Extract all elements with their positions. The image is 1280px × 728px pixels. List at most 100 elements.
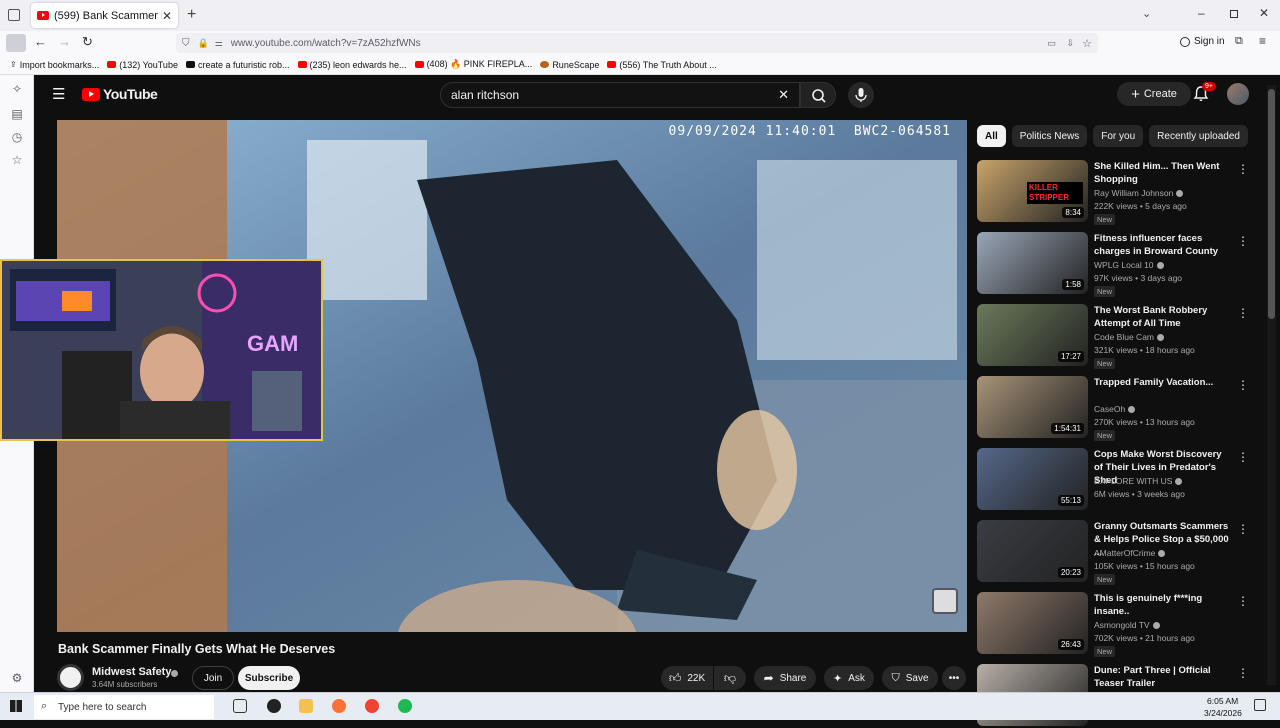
forward-icon[interactable]: → — [58, 34, 71, 49]
tab-youtube[interactable]: (599) Bank Scammer Finally Gets ✕ — [31, 3, 178, 28]
minimize-icon[interactable]: – — [1198, 6, 1205, 20]
notification-center-icon[interactable] — [1254, 699, 1266, 711]
recommendation-item[interactable]: 1:54:31 Trapped Family Vacation... CaseOh 2… — [977, 376, 1249, 441]
history-icon[interactable]: ◷ — [11, 131, 23, 143]
reader-icon[interactable]: ▭ — [1047, 38, 1056, 49]
video-thumbnail[interactable]: 1:58 — [977, 232, 1088, 294]
sidebar-toggle-icon[interactable] — [6, 34, 26, 52]
file-explorer-icon[interactable] — [299, 699, 313, 713]
chip-all[interactable]: All — [977, 125, 1006, 147]
bookmark-star-icon[interactable]: ☆ — [1082, 37, 1092, 50]
create-button[interactable]: + Create — [1117, 82, 1191, 106]
sign-in-button[interactable]: Sign in — [1180, 36, 1225, 47]
bookmarks-icon[interactable]: ☆ — [11, 154, 23, 166]
recommendation-title[interactable]: Dune: Part Three | Official Teaser Trail… — [1094, 664, 1230, 690]
recommendation-channel[interactable]: CaseOh — [1094, 404, 1136, 414]
subscribe-button[interactable]: Subscribe — [238, 666, 300, 690]
taskbar-search-input[interactable]: ⌕ Type here to search — [34, 695, 214, 719]
channel-name[interactable]: Midwest Safety — [92, 666, 171, 678]
channel-avatar[interactable] — [57, 664, 84, 691]
bookmark-item[interactable]: (408) 🔥 PINK FIREPLA... — [414, 59, 532, 70]
recommendation-item[interactable]: 55:13 Cops Make Worst Discovery of Their … — [977, 448, 1249, 512]
recommendation-item[interactable]: KILLER STRIPPER 8:34 She Killed Him... The… — [977, 160, 1249, 225]
video-thumbnail[interactable]: 17:27 — [977, 304, 1088, 366]
more-vertical-icon[interactable]: ⋮ — [1237, 522, 1249, 536]
hamburger-menu-icon[interactable]: ☰ — [52, 85, 65, 103]
join-button[interactable]: Join — [192, 666, 234, 690]
save-button[interactable]: ⛉ Save — [882, 666, 938, 690]
chevron-down-icon[interactable]: ⌄ — [1142, 7, 1151, 20]
tab-list-icon[interactable] — [8, 9, 20, 21]
spotify-icon[interactable] — [398, 699, 412, 713]
back-icon[interactable]: ← — [34, 34, 47, 49]
recommendation-channel[interactable]: Asmongold TV — [1094, 620, 1160, 630]
recommendation-item[interactable]: 17:27 The Worst Bank Robbery Attempt of A… — [977, 304, 1249, 369]
bookmark-item[interactable]: (235) leon edwards he... — [297, 60, 407, 70]
clear-search-icon[interactable]: ✕ — [778, 87, 789, 103]
more-vertical-icon[interactable]: ⋮ — [1237, 378, 1249, 392]
more-vertical-icon[interactable]: ⋮ — [1237, 162, 1249, 176]
recommendation-channel[interactable]: AMatterOfCrime — [1094, 548, 1166, 558]
recommendation-channel[interactable]: Code Blue Cam — [1094, 332, 1165, 342]
bookmark-item[interactable]: (132) YouTube — [107, 60, 178, 70]
dislike-button[interactable]: 👎︎ — [714, 666, 746, 690]
recommendation-channel[interactable]: EXPLORE WITH US — [1094, 476, 1183, 486]
bookmark-item[interactable]: RuneScape — [540, 60, 599, 70]
ai-chatbot-icon[interactable]: ✧ — [11, 83, 23, 95]
more-actions-button[interactable]: ••• — [942, 666, 966, 690]
restore-icon[interactable] — [1230, 10, 1238, 18]
scrollbar-thumb[interactable] — [1268, 89, 1275, 319]
search-button[interactable] — [800, 82, 836, 108]
bookmark-item[interactable]: ⇪ Import bookmarks... — [10, 60, 99, 70]
video-thumbnail[interactable]: KILLER STRIPPER 8:34 — [977, 160, 1088, 222]
page-scrollbar[interactable] — [1267, 85, 1276, 685]
recommendation-title[interactable]: Trapped Family Vacation... — [1094, 376, 1230, 389]
video-thumbnail[interactable]: 26:43 — [977, 592, 1088, 654]
search-query[interactable]: alan ritchson — [451, 88, 519, 102]
avatar[interactable] — [1227, 83, 1249, 105]
recommendation-item[interactable]: 26:43 This is genuinely f***ing insane.. A… — [977, 592, 1249, 657]
more-vertical-icon[interactable]: ⋮ — [1237, 450, 1249, 464]
more-vertical-icon[interactable]: ⋮ — [1237, 666, 1249, 680]
save-page-icon[interactable]: ⇩ — [1066, 38, 1074, 49]
more-vertical-icon[interactable]: ⋮ — [1237, 234, 1249, 248]
firefox-icon[interactable] — [332, 699, 346, 713]
app-icon[interactable] — [267, 699, 281, 713]
customize-sidebar-icon[interactable]: ⚙ — [11, 672, 23, 684]
ask-button[interactable]: ✦ Ask — [824, 666, 874, 690]
extensions-icon[interactable]: ⧉ — [1235, 35, 1243, 48]
url-text[interactable]: www.youtube.com/watch?v=7zA52hzfWNs — [231, 38, 421, 49]
recommendation-title[interactable]: Fitness influencer faces charges in Brow… — [1094, 232, 1230, 258]
chip-politics-news[interactable]: Politics News — [1011, 125, 1088, 147]
chip-recently-uploaded[interactable]: Recently uploaded — [1149, 125, 1248, 147]
menu-icon[interactable]: ≡ — [1259, 34, 1266, 48]
recommendation-item[interactable]: 20:23 Granny Outsmarts Scammers & Helps P… — [977, 520, 1249, 585]
video-thumbnail[interactable]: 55:13 — [977, 448, 1088, 510]
new-tab-icon[interactable]: + — [187, 6, 196, 24]
recommendation-title[interactable]: She Killed Him... Then Went Shopping — [1094, 160, 1230, 186]
close-tab-icon[interactable]: ✕ — [162, 9, 172, 23]
search-input[interactable]: alan ritchson ✕ — [440, 82, 800, 108]
like-button[interactable]: 👍︎ 22K — [661, 666, 713, 690]
tab-sync-icon[interactable]: ▤ — [11, 108, 23, 120]
voice-search-button[interactable] — [848, 82, 874, 108]
bookmark-item[interactable]: (556) The Truth About ... — [607, 60, 717, 70]
more-vertical-icon[interactable]: ⋮ — [1237, 594, 1249, 608]
video-thumbnail[interactable]: 1:54:31 — [977, 376, 1088, 438]
channel-watermark-icon[interactable] — [932, 588, 958, 614]
recommendation-channel[interactable]: Ray William Johnson — [1094, 188, 1184, 198]
windows-start-icon[interactable] — [10, 700, 22, 712]
more-vertical-icon[interactable]: ⋮ — [1237, 306, 1249, 320]
close-window-icon[interactable]: ✕ — [1259, 6, 1269, 20]
recommendation-title[interactable]: This is genuinely f***ing insane.. — [1094, 592, 1230, 618]
url-bar[interactable]: ⛉ 🔒 ⚌ www.youtube.com/watch?v=7zA52hzfWN… — [176, 33, 1098, 53]
youtube-logo[interactable]: YouTube — [82, 86, 158, 102]
task-view-icon[interactable] — [233, 699, 247, 713]
bookmark-item[interactable]: create a futuristic rob... — [185, 60, 290, 70]
notifications-button[interactable]: 9+ — [1192, 82, 1216, 105]
reload-icon[interactable]: ↻ — [82, 34, 93, 50]
video-thumbnail[interactable]: 20:23 — [977, 520, 1088, 582]
app-icon[interactable] — [365, 699, 379, 713]
recommendation-item[interactable]: 1:58 Fitness influencer faces charges in … — [977, 232, 1249, 297]
chip-for-you[interactable]: For you — [1093, 125, 1144, 147]
